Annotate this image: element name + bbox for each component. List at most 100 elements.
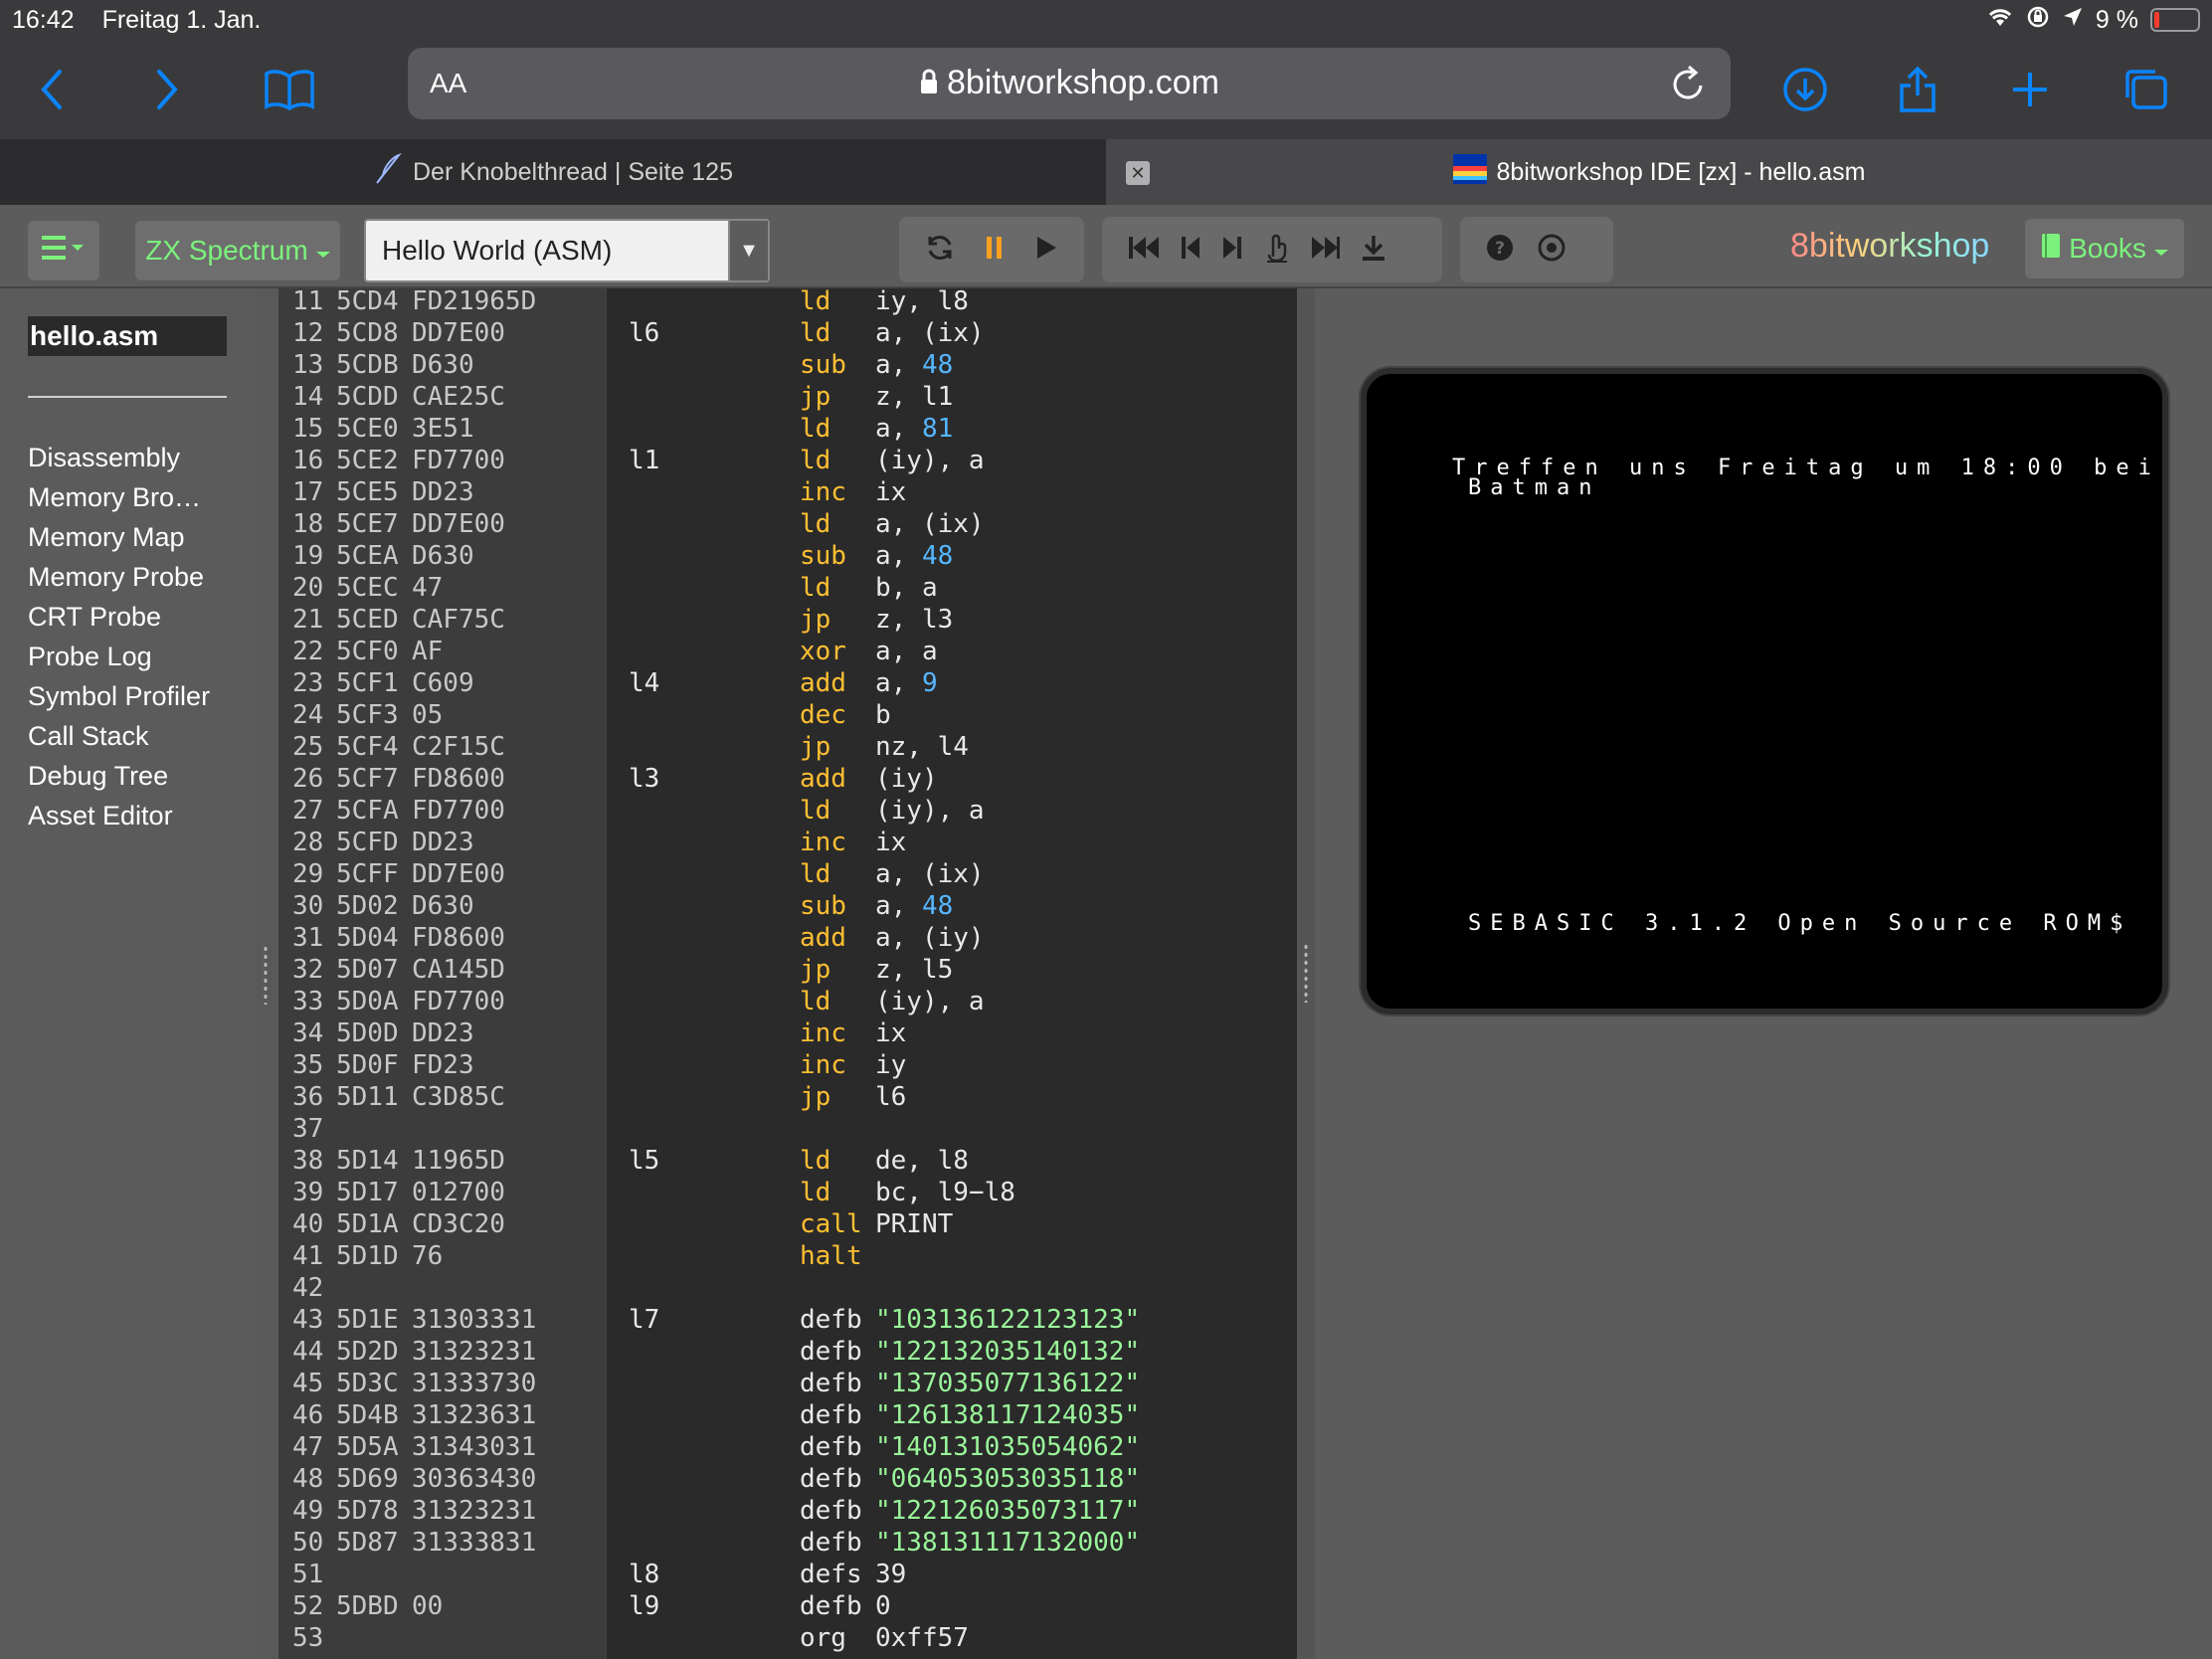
- step-forward-icon[interactable]: [1221, 235, 1243, 266]
- address: 5D17: [336, 1178, 399, 1207]
- label: l5: [629, 1146, 660, 1176]
- main-menu-button[interactable]: [28, 221, 99, 280]
- sidebar-item-asset-editor[interactable]: Asset Editor: [28, 796, 247, 835]
- operand-text: bc, l9−l8: [875, 1178, 1015, 1207]
- mnemonic: ld: [800, 796, 831, 826]
- address: 5D0D: [336, 1018, 399, 1048]
- tab-8bitworkshop[interactable]: ✕ 8bitworkshop IDE [zx] - hello.asm: [1106, 139, 2212, 205]
- code-line: 35 5D0F FD23 inc iy: [278, 1050, 1297, 1082]
- code-line: 28 5CFD DD23 inc ix: [278, 828, 1297, 859]
- download-icon[interactable]: [1361, 234, 1386, 267]
- mnemonic: defs: [800, 1560, 862, 1589]
- forward-icon[interactable]: [131, 40, 201, 139]
- downloads-icon[interactable]: [1770, 40, 1840, 139]
- mnemonic: defb: [800, 1305, 862, 1335]
- new-tab-icon[interactable]: [1995, 40, 2065, 139]
- share-icon[interactable]: [1883, 40, 1952, 139]
- file-item-hello-asm[interactable]: hello.asm: [28, 316, 227, 356]
- mnemonic: jp: [800, 955, 831, 985]
- sidebar-resize-gutter[interactable]: [255, 288, 278, 1659]
- operand: nz, l4: [875, 732, 969, 762]
- editor-resize-gutter[interactable]: [1297, 288, 1315, 1659]
- quill-icon: [373, 152, 403, 192]
- hamburger-icon: [42, 233, 86, 270]
- reload-icon[interactable]: [1669, 64, 1707, 108]
- mnemonic: defb: [800, 1337, 862, 1367]
- tabs-overview-icon[interactable]: [2111, 40, 2180, 139]
- address: 5CD4: [336, 288, 399, 316]
- preset-select[interactable]: Hello World (ASM) ▼: [364, 219, 770, 282]
- hex-bytes: DD23: [412, 1018, 474, 1048]
- play-icon[interactable]: [1034, 235, 1058, 266]
- address: 5CEA: [336, 541, 399, 571]
- emulator-screen[interactable]: Treffen uns Freitag um 18:00 bei Batman …: [1361, 368, 2168, 1014]
- address: 5CF7: [336, 764, 399, 794]
- sidebar-item-memory-map[interactable]: Memory Map: [28, 517, 247, 557]
- books-label: Books: [2069, 233, 2146, 264]
- code-line: 20 5CEC 47 ld b, a: [278, 573, 1297, 605]
- books-button[interactable]: Books: [2025, 219, 2184, 278]
- line-number: 11: [292, 288, 324, 316]
- mnemonic: defb: [800, 1369, 862, 1398]
- sidebar-item-disassembly[interactable]: Disassembly: [28, 438, 247, 477]
- address: 5D1A: [336, 1209, 399, 1239]
- hex-bytes: 76: [412, 1241, 444, 1271]
- code-editor[interactable]: 11 5CD4 FD21965D ld iy, l8 12 5CD8 DD7E00 l6 ld a,…: [278, 288, 1297, 1659]
- line-number: 19: [292, 541, 324, 571]
- platform-select[interactable]: ZX Spectrum: [135, 221, 340, 280]
- preset-label: Hello World (ASM): [382, 235, 613, 266]
- line-number: 18: [292, 509, 324, 539]
- address: 5D3C: [336, 1369, 399, 1398]
- operand-text: 0xff57: [875, 1623, 969, 1653]
- pause-icon[interactable]: [985, 235, 1005, 266]
- mnemonic: dec: [800, 700, 846, 730]
- line-number: 41: [292, 1241, 324, 1271]
- brand-logo[interactable]: 8bitworkshop: [1790, 227, 1989, 266]
- back-icon[interactable]: [18, 40, 88, 139]
- mnemonic: inc: [800, 1018, 846, 1048]
- mnemonic: ld: [800, 414, 831, 444]
- sidebar-item-memory-probe[interactable]: Memory Probe: [28, 557, 247, 597]
- operand: z, l5: [875, 955, 953, 985]
- close-tab-icon[interactable]: ✕: [1126, 161, 1150, 185]
- step-over-icon[interactable]: [1263, 233, 1291, 268]
- address-bar[interactable]: AA 8bitworkshop.com: [408, 48, 1731, 119]
- status-bar: 16:42 Freitag 1. Jan. 9 %: [0, 0, 2212, 40]
- step-back-icon[interactable]: [1180, 235, 1201, 266]
- mnemonic: add: [800, 764, 846, 794]
- sidebar-item-memory-browser[interactable]: Memory Bro…: [28, 477, 247, 517]
- record-icon[interactable]: [1538, 234, 1566, 267]
- zx-favicon-icon: [1452, 153, 1487, 191]
- sidebar-divider: [28, 396, 227, 398]
- numeric-literal: 9: [921, 668, 938, 698]
- reset-icon[interactable]: [925, 233, 955, 268]
- help-icon[interactable]: ?: [1486, 234, 1514, 267]
- operand: a, 81: [875, 414, 953, 444]
- battery-icon: [2150, 8, 2200, 32]
- operand: PRINT: [875, 1209, 953, 1239]
- operand-text: a, (iy): [875, 923, 985, 953]
- operand: iy, l8: [875, 288, 969, 316]
- sidebar-item-probe-log[interactable]: Probe Log: [28, 637, 247, 676]
- bookmarks-icon[interactable]: [255, 40, 324, 139]
- sidebar-item-debug-tree[interactable]: Debug Tree: [28, 756, 247, 796]
- mnemonic: org: [800, 1623, 846, 1653]
- rewind-start-icon[interactable]: [1128, 235, 1160, 266]
- sidebar-item-symbol-profiler[interactable]: Symbol Profiler: [28, 676, 247, 716]
- hex-bytes: 31323231: [412, 1337, 537, 1367]
- hex-bytes: 31303331: [412, 1305, 537, 1335]
- tab-bar: Der Knobelthread | Seite 125 ✕ 8bitworks…: [0, 139, 2212, 205]
- sidebar-item-crt-probe[interactable]: CRT Probe: [28, 597, 247, 637]
- platform-label: ZX Spectrum: [145, 235, 308, 266]
- operand-text: 39: [875, 1560, 907, 1589]
- operand: "137035077136122": [875, 1369, 1140, 1398]
- sidebar-item-call-stack[interactable]: Call Stack: [28, 716, 247, 756]
- hex-bytes: DD23: [412, 828, 474, 857]
- hex-bytes: CAE25C: [412, 382, 505, 412]
- code-line: 44 5D2D 31323231 defb "122132035140132": [278, 1337, 1297, 1369]
- code-line: 53 org 0xff57: [278, 1623, 1297, 1655]
- tab-knobelthread[interactable]: Der Knobelthread | Seite 125: [0, 139, 1106, 205]
- code-line: 40 5D1A CD3C20 call PRINT: [278, 1209, 1297, 1241]
- fast-forward-icon[interactable]: [1311, 235, 1341, 266]
- operand: a, a: [875, 637, 938, 666]
